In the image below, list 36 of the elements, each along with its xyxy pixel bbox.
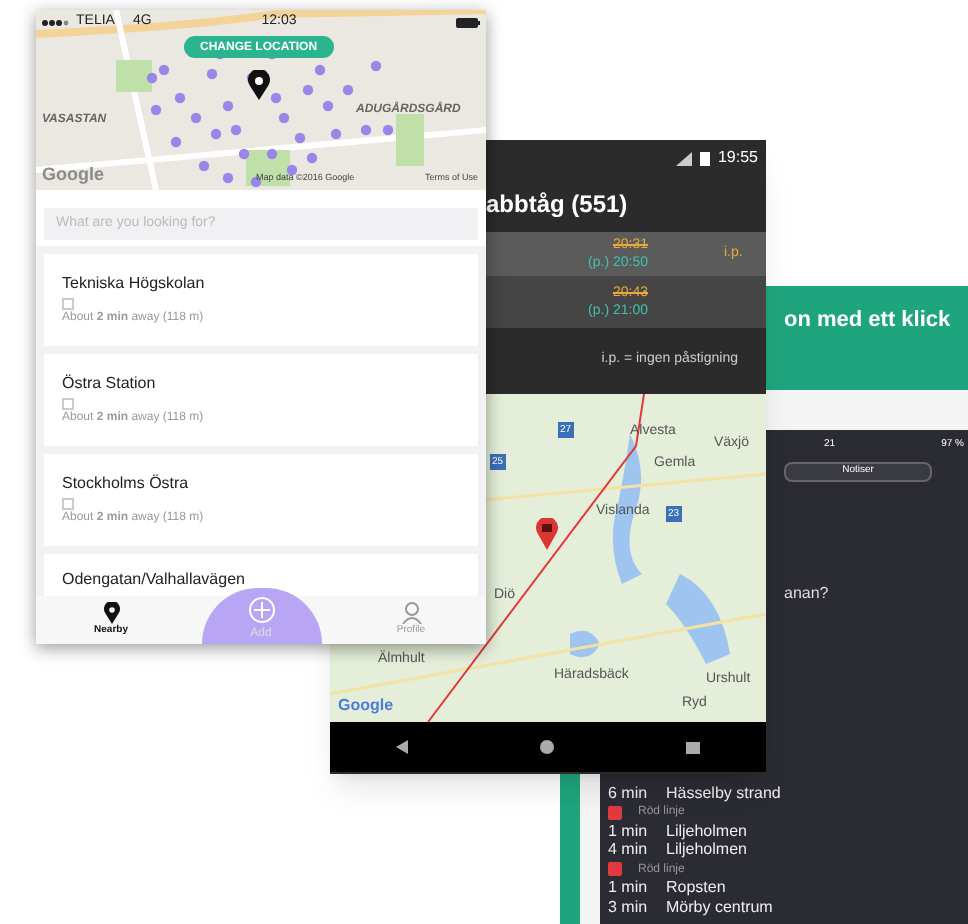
back-icon[interactable] xyxy=(396,740,408,754)
home-icon[interactable] xyxy=(540,740,554,754)
place-name: Stockholms Östra xyxy=(62,474,191,494)
train-marker-icon xyxy=(536,518,558,550)
battery-icon xyxy=(456,17,480,27)
departure-minutes: 1 min xyxy=(608,880,650,897)
place-name: Östra Station xyxy=(62,374,158,394)
departure-minutes: 3 min xyxy=(608,899,650,916)
place-name: Odengatan/Valhallavägen xyxy=(62,570,247,590)
place-name: Tekniska Högskolan xyxy=(62,274,207,294)
place-card[interactable]: Odengatan/Valhallavägen xyxy=(44,554,478,596)
signal-icon xyxy=(675,151,692,165)
signal-icon xyxy=(42,19,70,25)
map-logo: Google xyxy=(338,694,394,718)
checkbox[interactable] xyxy=(62,298,74,310)
departure-destination: Hässelby strand xyxy=(666,785,781,802)
location-pin-icon xyxy=(103,601,119,624)
departure-minutes: 1 min xyxy=(608,823,650,840)
plus-circle-icon xyxy=(247,596,275,624)
departure-destination: Liljeholmen xyxy=(666,842,747,859)
question-text: anan? xyxy=(784,582,829,606)
departure-minutes: 6 min xyxy=(608,785,650,802)
departure-destination: Liljeholmen xyxy=(666,823,747,840)
recents-icon[interactable] xyxy=(686,741,700,753)
departure-minutes: 4 min xyxy=(608,842,650,859)
location-pin-icon xyxy=(248,70,270,100)
checkbox[interactable] xyxy=(62,398,74,410)
status-time: 19:55 xyxy=(717,146,758,170)
departure-destination: Mörby centrum xyxy=(666,899,773,916)
checkbox[interactable] xyxy=(62,498,74,510)
departure-destination: Ropsten xyxy=(666,880,726,897)
promo-headline: on med ett klick xyxy=(784,306,951,336)
battery-icon xyxy=(699,150,710,166)
person-icon xyxy=(401,601,421,624)
train-title: abbtåg (551) xyxy=(486,188,628,222)
map-logo: Google xyxy=(42,161,104,188)
